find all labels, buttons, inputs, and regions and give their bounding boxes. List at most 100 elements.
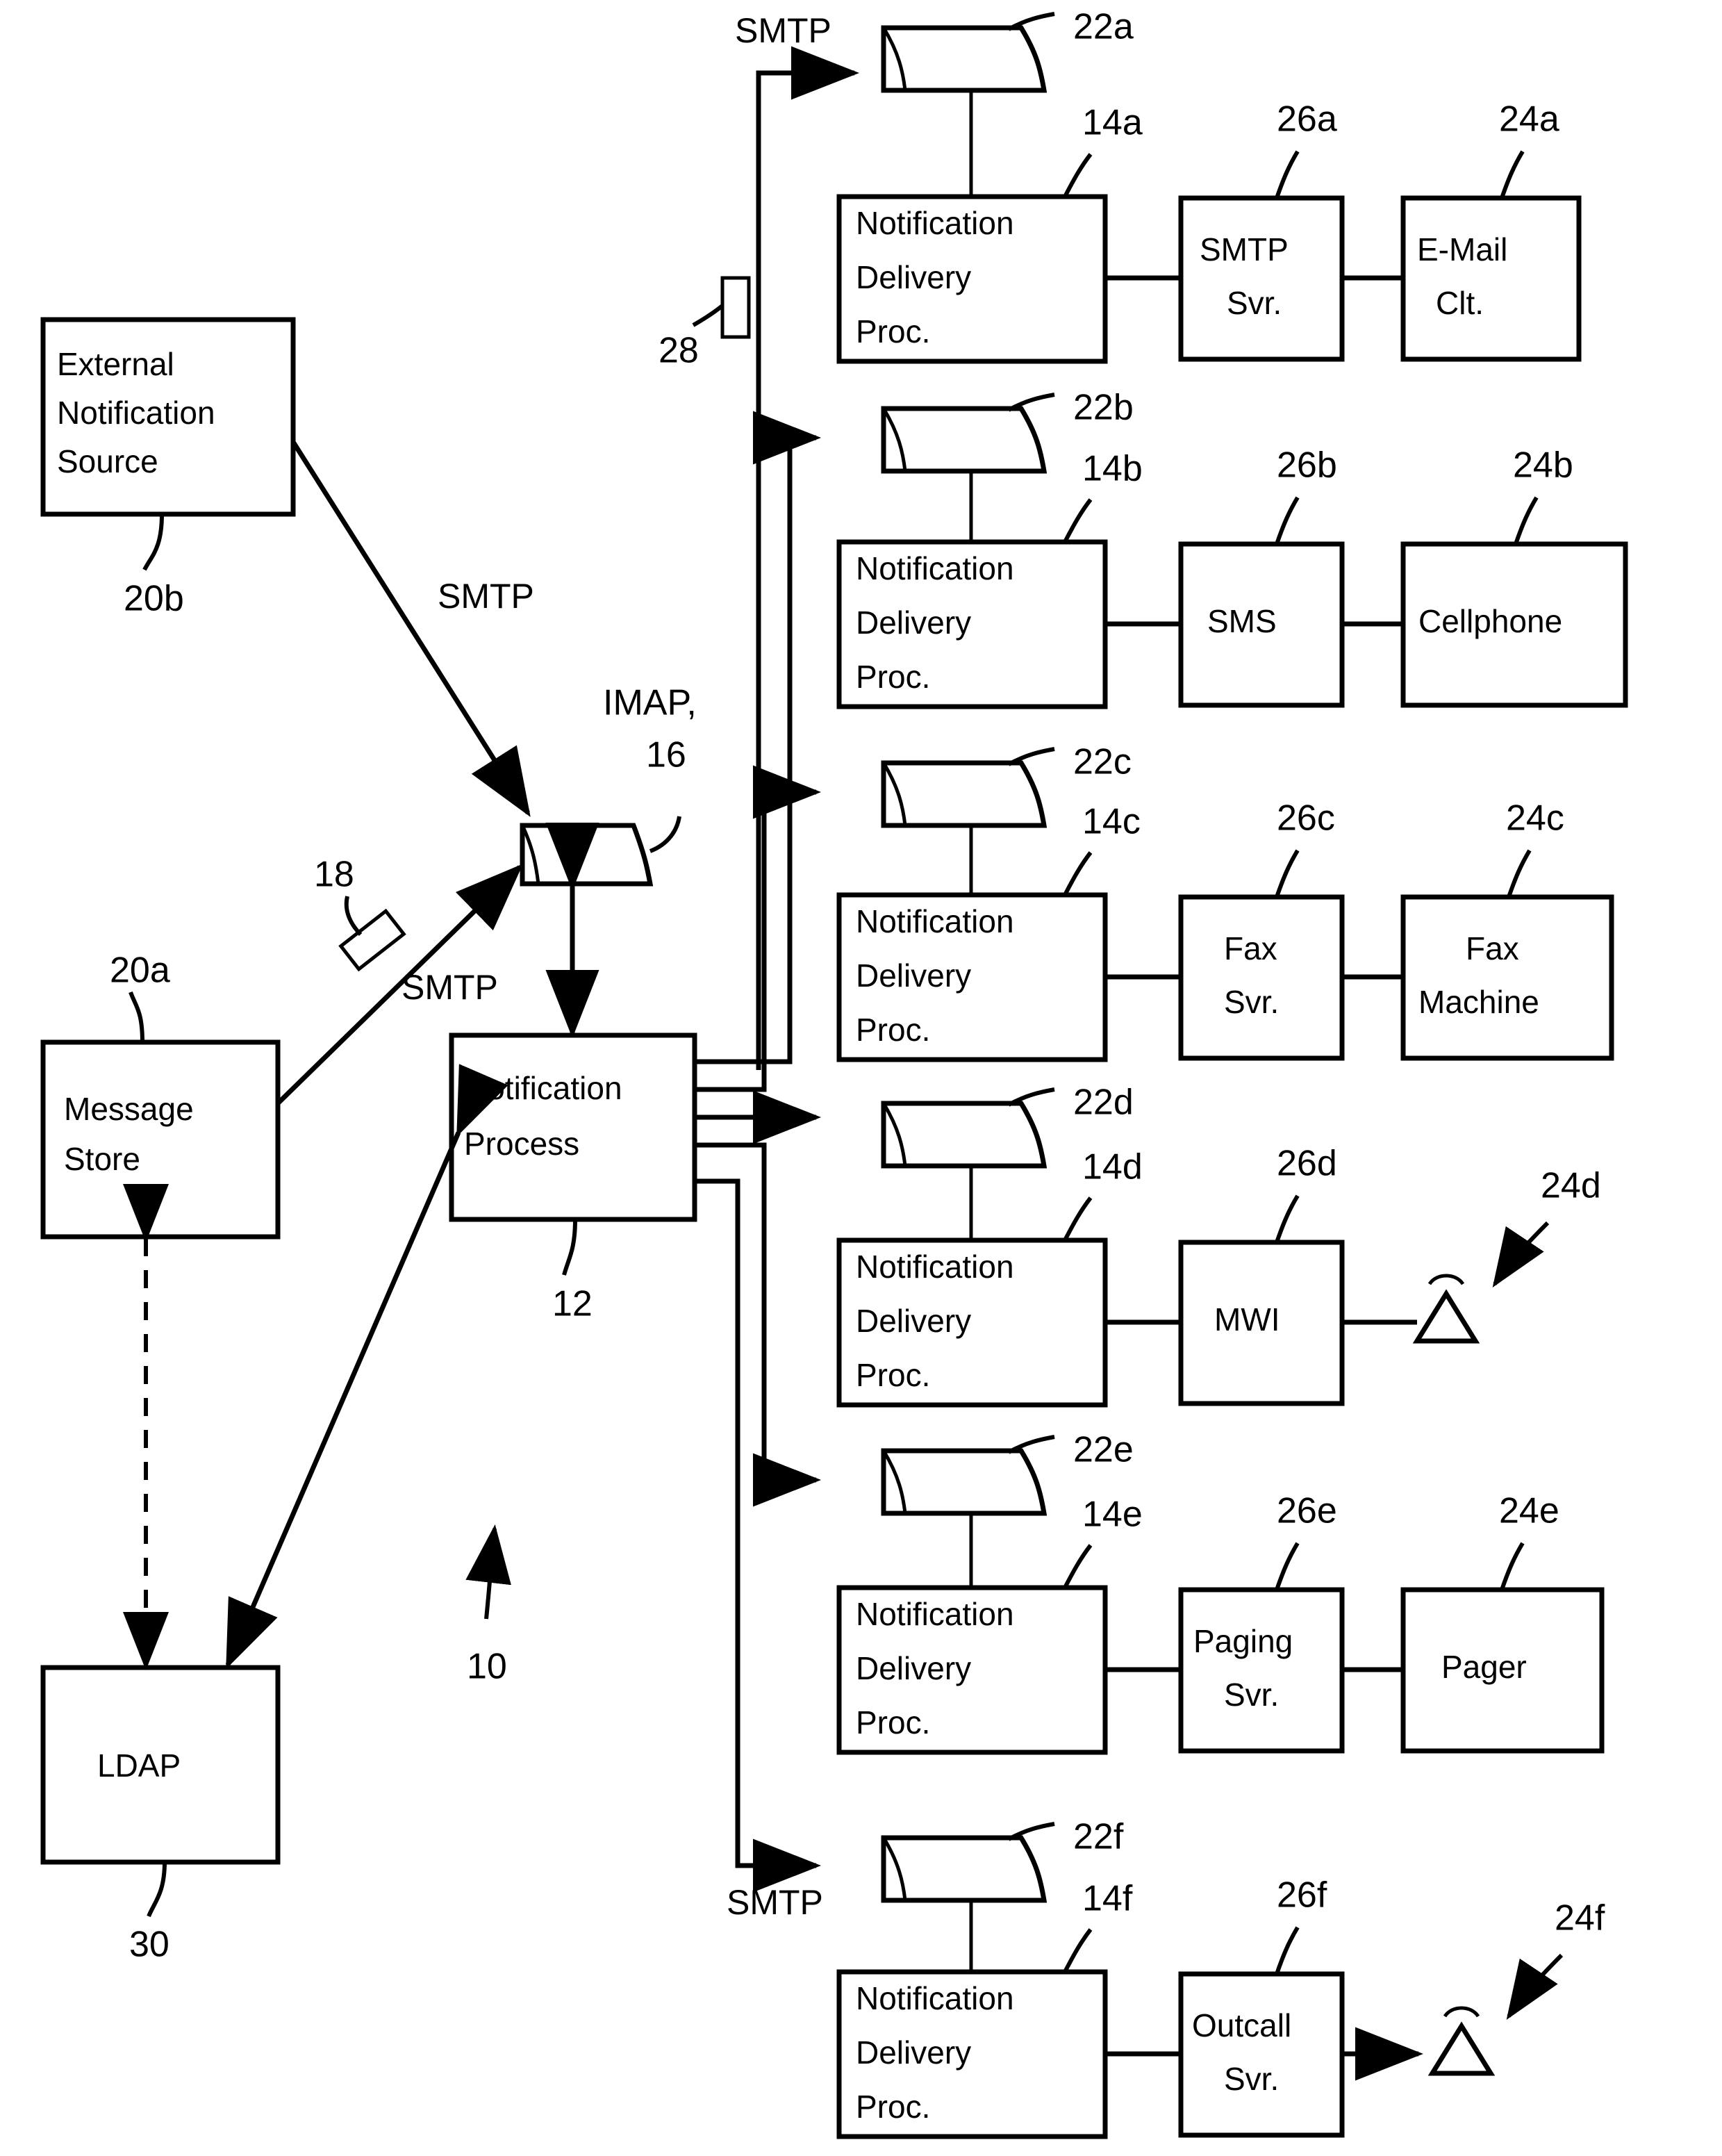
route-to-queue-22b bbox=[695, 411, 821, 1064]
endpoint-c-line2: Machine bbox=[1418, 984, 1539, 1020]
ref-22f: 22f bbox=[1073, 1817, 1124, 1857]
ref-26f: 26f bbox=[1277, 1875, 1327, 1916]
ref-24c: 24c bbox=[1506, 798, 1564, 839]
server-26a: SMTP Svr. 26a bbox=[1178, 99, 1345, 362]
ndp-c-line2: Delivery bbox=[856, 957, 971, 994]
route-to-queue-22f bbox=[695, 1178, 821, 1893]
ndp-14e: Notification Delivery Proc. 14e bbox=[836, 1495, 1143, 1755]
ndp-14b: Notification Delivery Proc. 14b bbox=[836, 449, 1143, 709]
ndp-f-line3: Proc. bbox=[856, 2089, 930, 2125]
ref-24f: 24f bbox=[1555, 1898, 1605, 1939]
route-to-queue-22c bbox=[695, 765, 821, 1092]
ndp-e-line1: Notification bbox=[856, 1596, 1014, 1632]
endpoint-24f: 24f bbox=[1427, 1898, 1605, 2076]
server-f-line2: Svr. bbox=[1224, 2061, 1279, 2097]
endpoint-a-line2: Clt. bbox=[1436, 285, 1484, 321]
bell-icon bbox=[1412, 1274, 1480, 1344]
ref-24a: 24a bbox=[1499, 99, 1559, 140]
bell-icon bbox=[1427, 2006, 1496, 2076]
ref-20a: 20a bbox=[110, 951, 170, 991]
ref-16: 16 bbox=[646, 735, 686, 775]
chain-row-c: 22c Notification Delivery Proc. 14c Fax … bbox=[836, 742, 1614, 1062]
ndp-c-line3: Proc. bbox=[856, 1012, 930, 1048]
ref-22d: 22d bbox=[1073, 1083, 1134, 1123]
ref-26e: 26e bbox=[1277, 1491, 1337, 1531]
ndp-f-line2: Delivery bbox=[856, 2034, 971, 2071]
ref-22a: 22a bbox=[1073, 7, 1134, 47]
endpoint-24d: 24d bbox=[1412, 1166, 1601, 1344]
label-bottom-smtp: SMTP bbox=[727, 1883, 823, 1922]
queue-22a: 22a bbox=[881, 7, 1134, 93]
endpoint-24e: Pager 24e bbox=[1400, 1491, 1605, 1754]
server-a-line1: SMTP bbox=[1200, 231, 1289, 268]
server-e-line1: Paging bbox=[1193, 1623, 1293, 1659]
endpoint-c-line1: Fax bbox=[1466, 930, 1519, 966]
ref-24e: 24e bbox=[1499, 1491, 1559, 1531]
ldap-label: LDAP bbox=[97, 1747, 181, 1784]
server-d-line1: MWI bbox=[1214, 1301, 1280, 1338]
notification-process-line1: Notification bbox=[464, 1070, 622, 1106]
server-26b: SMS 26b bbox=[1178, 445, 1345, 708]
ldap-box: LDAP 30 bbox=[40, 1665, 281, 1965]
ndp-f-line1: Notification bbox=[856, 1980, 1014, 2016]
ref-14c: 14c bbox=[1082, 802, 1141, 842]
ndp-14c: Notification Delivery Proc. 14c bbox=[836, 802, 1141, 1062]
message-store-line1: Message bbox=[64, 1091, 194, 1127]
notification-process-box: Notification Process 12 bbox=[449, 1032, 697, 1324]
message-store-box: Message Store 20a bbox=[40, 951, 281, 1240]
ref-30: 30 bbox=[129, 1925, 169, 1965]
ndp-d-line3: Proc. bbox=[856, 1357, 930, 1393]
ref-22e: 22e bbox=[1073, 1430, 1134, 1470]
server-26d: MWI 26d bbox=[1178, 1144, 1345, 1406]
ref-26a: 26a bbox=[1277, 99, 1337, 140]
ndp-d-line1: Notification bbox=[856, 1249, 1014, 1285]
external-source-line2: Notification bbox=[57, 395, 215, 431]
chain-row-d: 22d Notification Delivery Proc. 14d MWI … bbox=[836, 1083, 1601, 1408]
notification-process-line2: Process bbox=[464, 1126, 579, 1162]
label-external-smtp: SMTP bbox=[438, 577, 534, 616]
label-top-smtp: SMTP bbox=[735, 11, 831, 50]
external-notification-source: External Notification Source 20b bbox=[40, 317, 296, 619]
chain-row-a: 22a Notification Delivery Proc. 14a SMTP… bbox=[836, 7, 1582, 364]
ref-26d: 26d bbox=[1277, 1144, 1337, 1184]
ref-20b: 20b bbox=[124, 579, 184, 619]
ndp-14f: Notification Delivery Proc. 14f bbox=[836, 1879, 1133, 2139]
ref-24d: 24d bbox=[1541, 1166, 1601, 1206]
gate-marker-18: 18 bbox=[314, 855, 406, 972]
ref-22b: 22b bbox=[1073, 388, 1134, 428]
ndp-b-line2: Delivery bbox=[856, 604, 971, 641]
ref-22c: 22c bbox=[1073, 742, 1132, 782]
ndp-a-line1: Notification bbox=[856, 205, 1014, 241]
server-26c: Fax Svr. 26c bbox=[1178, 798, 1345, 1061]
system-reference-10: 10 bbox=[465, 1524, 511, 1687]
server-e-line2: Svr. bbox=[1224, 1677, 1279, 1713]
endpoint-24a: E-Mail Clt. 24a bbox=[1400, 99, 1582, 362]
ref-14f: 14f bbox=[1082, 1879, 1133, 1919]
ndp-d-line2: Delivery bbox=[856, 1303, 971, 1339]
chain-row-e: 22e Notification Delivery Proc. 14e Pagi… bbox=[836, 1430, 1605, 1755]
server-26e: Paging Svr. 26e bbox=[1178, 1491, 1345, 1754]
imap-queue-16: IMAP, 16 bbox=[520, 683, 697, 887]
ref-14d: 14d bbox=[1082, 1147, 1143, 1187]
ndp-a-line3: Proc. bbox=[856, 313, 930, 349]
gate-marker-28: 28 bbox=[659, 276, 751, 371]
ndp-14d: Notification Delivery Proc. 14d bbox=[836, 1147, 1143, 1408]
endpoint-24b: Cellphone 24b bbox=[1400, 445, 1628, 708]
ref-14a: 14a bbox=[1082, 103, 1143, 143]
endpoint-e-line1: Pager bbox=[1441, 1649, 1527, 1685]
ref-14b: 14b bbox=[1082, 449, 1143, 489]
message-store-line2: Store bbox=[64, 1141, 140, 1177]
server-26f: Outcall Svr. 26f bbox=[1178, 1875, 1345, 2138]
ref-10: 10 bbox=[467, 1647, 507, 1687]
ndp-14a: Notification Delivery Proc. 14a bbox=[836, 103, 1143, 364]
ref-14e: 14e bbox=[1082, 1495, 1143, 1535]
ndp-c-line1: Notification bbox=[856, 903, 1014, 939]
route-to-queue-22e bbox=[695, 1142, 821, 1507]
patent-figure-canvas: External Notification Source 20b Message… bbox=[0, 0, 1722, 2156]
ref-26c: 26c bbox=[1277, 798, 1335, 839]
top-smtp-feed: SMTP 28 bbox=[659, 11, 859, 1070]
ndp-a-line2: Delivery bbox=[856, 259, 971, 295]
chain-row-f: 22f Notification Delivery Proc. 14f Outc… bbox=[836, 1817, 1605, 2139]
endpoint-24c: Fax Machine 24c bbox=[1400, 798, 1614, 1061]
ref-28: 28 bbox=[659, 331, 699, 371]
